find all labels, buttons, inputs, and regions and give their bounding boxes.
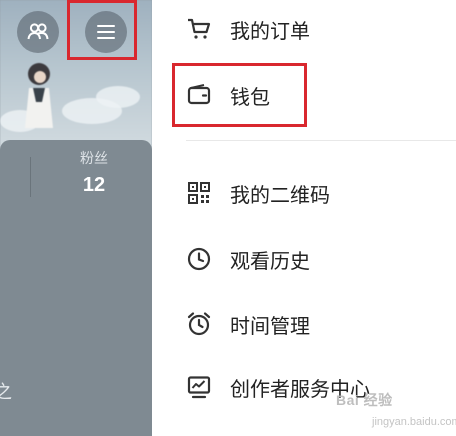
menu-item-label: 我的二维码 xyxy=(230,182,330,207)
baidu-jingyan-watermark: Bai 经验 xyxy=(336,392,393,408)
menu-item-label: 我的订单 xyxy=(230,18,310,43)
cloud-shape xyxy=(96,86,140,108)
anime-character-figure xyxy=(25,63,53,128)
menu-item-qr-code[interactable]: 我的二维码 xyxy=(152,170,456,216)
menu-item-label: 观看历史 xyxy=(230,248,310,273)
chart-monitor-icon xyxy=(186,374,212,400)
alarm-clock-icon xyxy=(186,311,212,337)
stats-divider xyxy=(30,157,31,197)
fans-label: 粉丝 xyxy=(80,151,108,167)
screen: 粉丝 12 之 我的订单 钱包 我的二维码 观看历史 时间管理 创作者服务中心 … xyxy=(0,0,456,436)
friends-button[interactable] xyxy=(17,11,59,53)
menu-item-watch-history[interactable]: 观看历史 xyxy=(152,236,456,282)
fans-count[interactable]: 12 xyxy=(74,174,114,197)
partial-text: 之 xyxy=(0,382,12,403)
highlight-box-wallet xyxy=(172,63,307,127)
menu-item-creator-center[interactable]: 创作者服务中心 xyxy=(152,364,456,410)
menu-item-orders[interactable]: 我的订单 xyxy=(152,6,456,52)
highlight-box-menu-button xyxy=(67,0,137,60)
menu-separator xyxy=(186,140,456,141)
watermark-url: jingyan.baidu.com xyxy=(372,416,456,428)
cart-icon xyxy=(186,16,212,42)
menu-item-time-management[interactable]: 时间管理 xyxy=(152,301,456,347)
profile-background-area: 粉丝 12 之 xyxy=(0,0,152,436)
qr-code-icon xyxy=(186,180,212,206)
menu-item-label: 时间管理 xyxy=(230,313,310,338)
people-icon xyxy=(27,23,49,40)
clock-icon xyxy=(186,246,212,272)
